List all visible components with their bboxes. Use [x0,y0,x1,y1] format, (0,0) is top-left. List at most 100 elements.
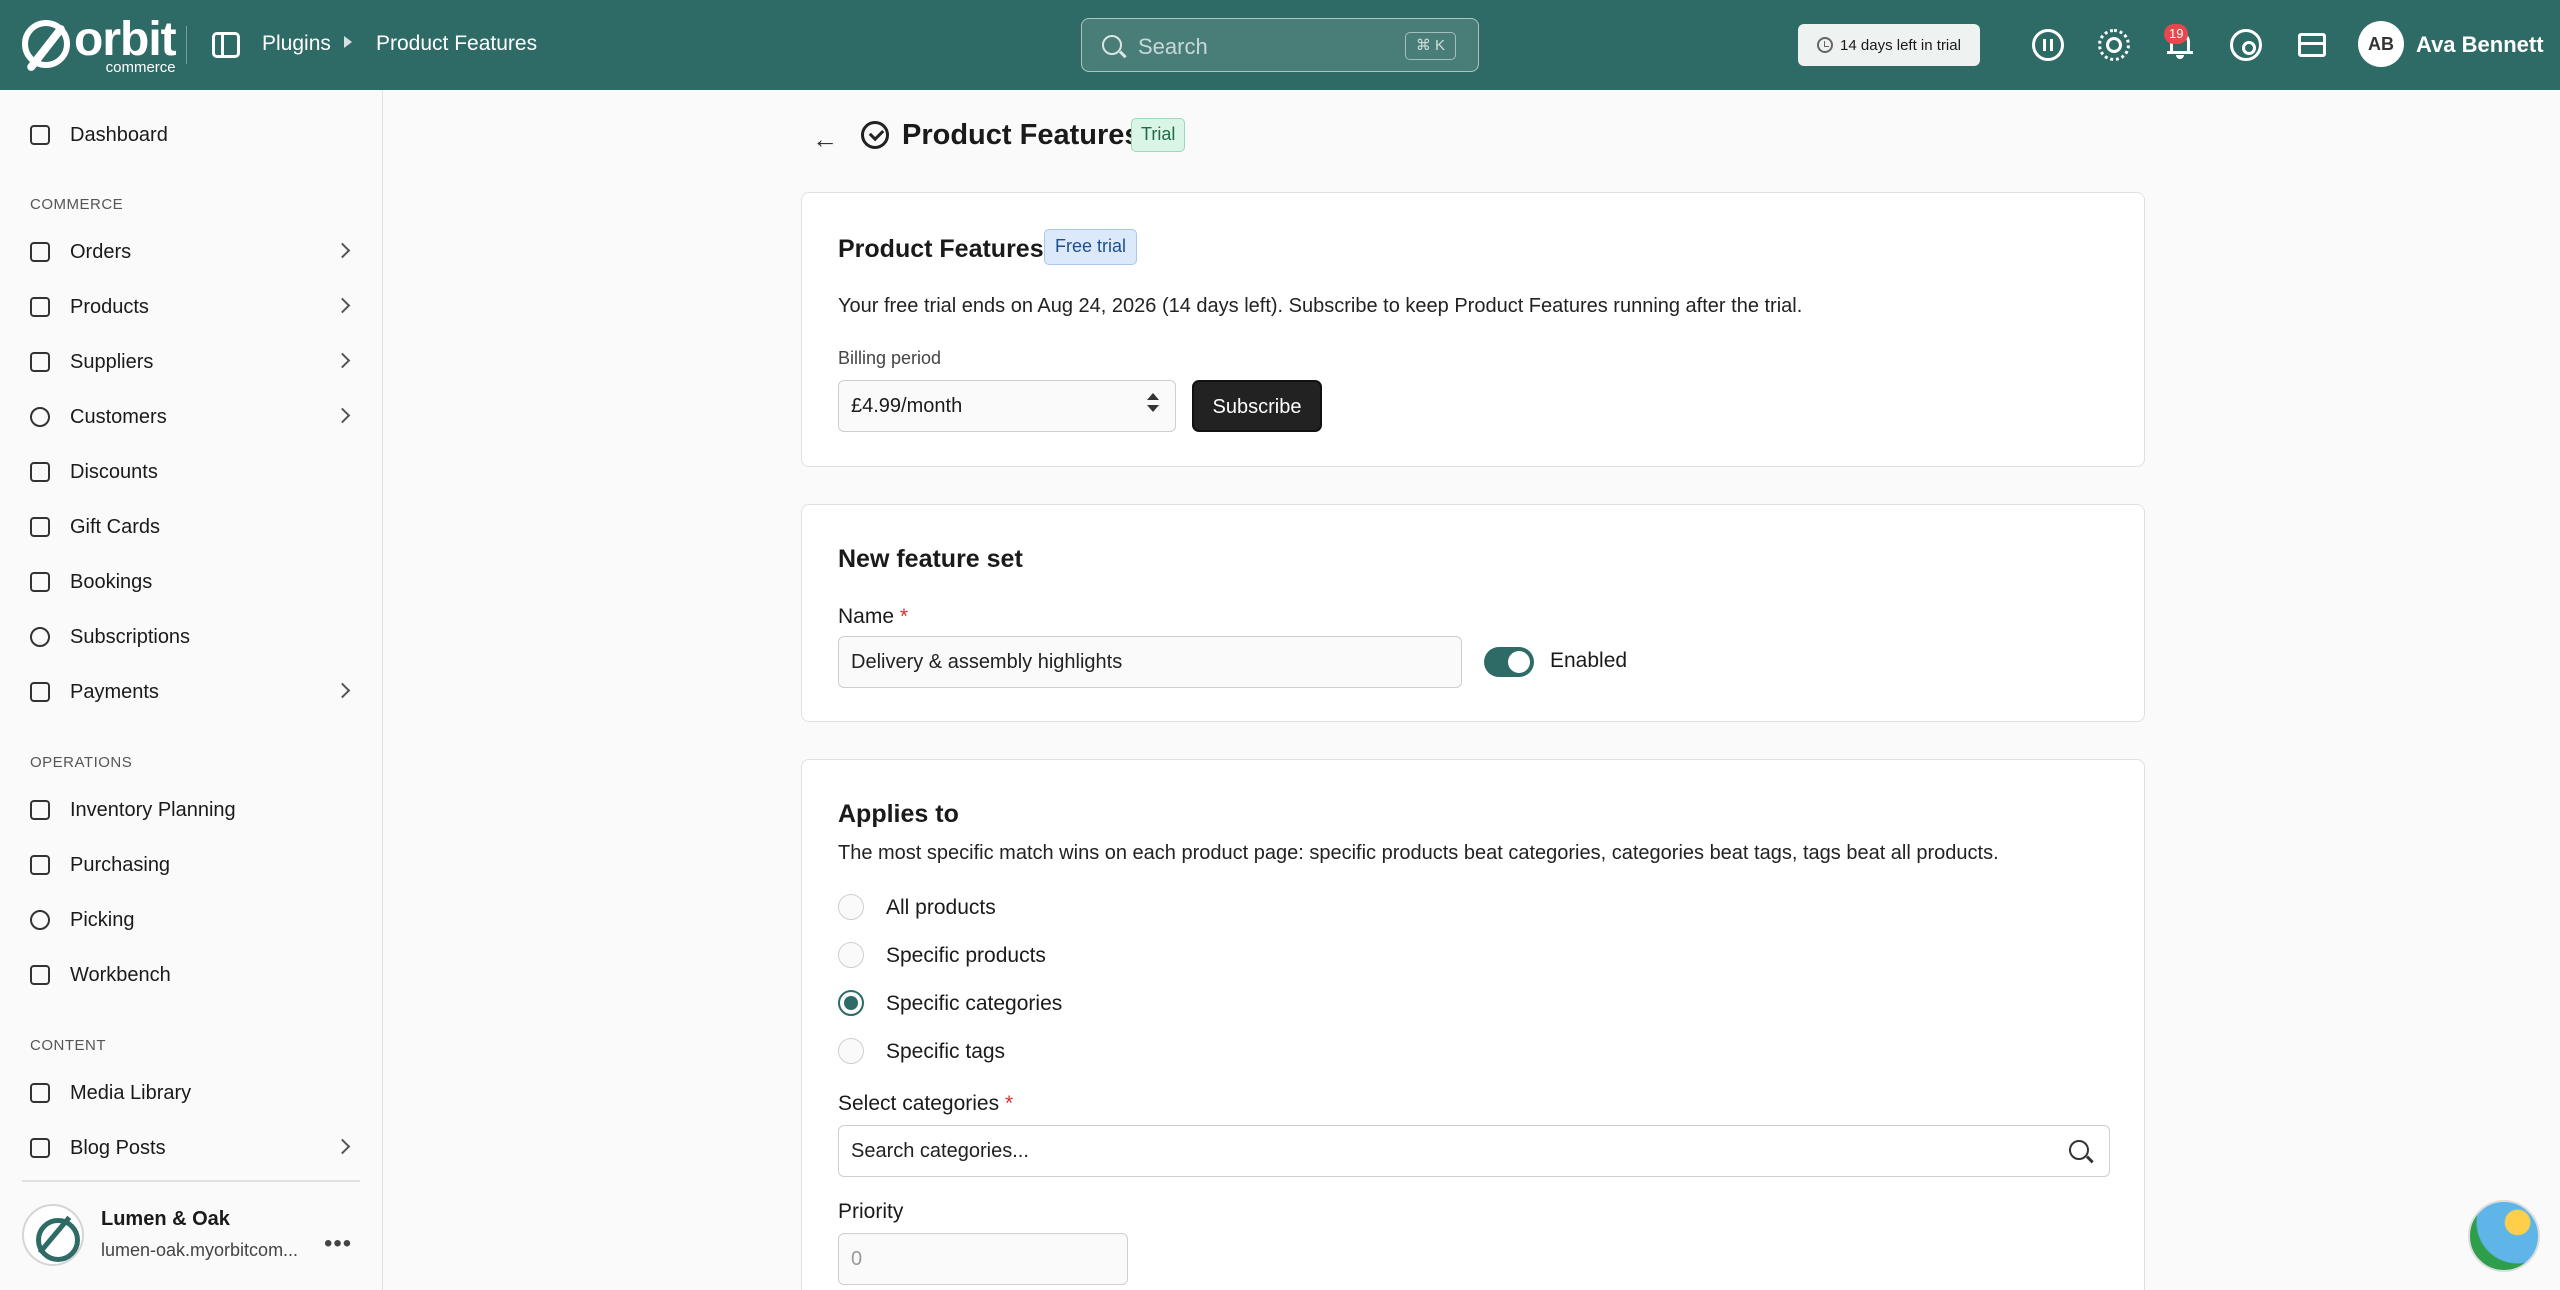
theme-toggle-sun-icon[interactable] [2098,29,2130,61]
breadcrumb-plugins[interactable]: Plugins [262,32,331,56]
enabled-toggle[interactable] [1484,647,1534,677]
sidebar-item-discounts[interactable]: Discounts [30,454,360,490]
radio-label-specific-products[interactable]: Specific products [886,944,1046,968]
sidebar-item-label: Products [70,295,149,318]
radio-label-specific-categories[interactable]: Specific categories [886,992,1062,1016]
search-shortcut: ⌘ K [1404,32,1456,60]
check-circle-icon [861,121,889,149]
store-name[interactable]: Lumen & Oak [101,1208,230,1231]
priority-label: Priority [838,1200,904,1223]
sidebar-item-payments[interactable]: Payments [30,674,360,710]
sidebar-item-suppliers[interactable]: Suppliers [30,344,360,380]
user-name[interactable]: Ava Bennett [2416,32,2544,58]
dashboard-icon [30,125,50,145]
chevron-right-icon [334,407,351,424]
sidebar-item-customers[interactable]: Customers [30,399,360,435]
applies-to-title: Applies to [838,800,959,828]
radio-specific-tags[interactable] [838,1038,864,1064]
sidebar-item-dashboard[interactable]: Dashboard [30,117,360,153]
more-options-icon[interactable]: ••• [324,1230,352,1258]
sidebar-item-label: Customers [70,405,167,428]
radio-label-all-products[interactable]: All products [886,896,996,920]
sidebar-item-label: Inventory Planning [70,798,236,821]
sidebar-item-products[interactable]: Products [30,289,360,325]
radio-all-products[interactable] [838,894,864,920]
priority-input[interactable]: 0 [838,1233,1128,1285]
orbit-logo-icon [22,20,70,68]
name-label-text: Name [838,605,895,628]
status-badge: Trial [1131,118,1186,152]
radio-label-specific-tags[interactable]: Specific tags [886,1040,1005,1064]
sidebar-item-bookings[interactable]: Bookings [30,564,360,600]
subscription-card: Product Features Free trial Your free tr… [801,192,2145,467]
trial-days-chip[interactable]: 14 days left in trial [1798,24,1980,66]
billing-period-label: Billing period [838,348,942,368]
select-arrows-icon [1147,393,1159,412]
discount-tag-icon [30,462,50,482]
credit-card-icon [30,682,50,702]
store-logo[interactable] [22,1204,84,1266]
orbit-logo[interactable]: orbit commerce [22,16,177,75]
top-bar: orbit commerce Plugins Product Features … [0,0,2560,90]
document-icon [30,1138,50,1158]
assistant-avatar-button[interactable] [2468,1200,2540,1272]
storefront-icon[interactable] [2296,29,2328,61]
sidebar-item-orders[interactable]: Orders [30,234,360,270]
feature-set-name-input[interactable]: Delivery & assembly highlights [838,636,1462,688]
sidebar-toggle-icon[interactable] [212,32,240,58]
sidebar-item-picking[interactable]: Picking [30,902,360,938]
categories-search-input[interactable]: Search categories... [838,1125,2110,1177]
sidebar-item-inventory-planning[interactable]: Inventory Planning [30,792,360,828]
back-arrow-icon[interactable]: ← [812,124,838,155]
breadcrumb-current: Product Features [376,32,538,55]
breadcrumb-separator-icon [344,36,352,48]
sidebar-item-subscriptions[interactable]: Subscriptions [30,619,360,655]
required-mark: * [899,605,909,628]
subscribe-button[interactable]: Subscribe [1192,380,1322,432]
radio-specific-categories[interactable] [838,990,864,1016]
radio-specific-products[interactable] [838,942,864,968]
chevron-right-icon [334,242,351,259]
chevron-right-icon [334,352,351,369]
sidebar-item-gift-cards[interactable]: Gift Cards [30,509,360,545]
billing-period-select[interactable]: £4.99/month [838,380,1176,432]
sidebar-item-label: Discounts [70,460,158,483]
section-operations: OPERATIONS [30,754,133,771]
sidebar-item-label: Dashboard [70,123,168,146]
trial-chip-label: 14 days left in trial [1840,36,1961,54]
sidebar-item-blog-posts[interactable]: Blog Posts [30,1130,360,1166]
applies-to-description: The most specific match wins on each pro… [838,842,1999,864]
sidebar-item-label: Suppliers [70,350,154,373]
sidebar-item-label: Orders [70,240,132,263]
help-lifebuoy-icon[interactable] [2230,29,2262,61]
required-mark: * [1004,1092,1014,1115]
sidebar-item-purchasing[interactable]: Purchasing [30,847,360,883]
trial-message: Your free trial ends on Aug 24, 2026 (14… [838,295,1803,317]
sidebar-item-media-library[interactable]: Media Library [30,1075,360,1111]
purchasing-box-icon [30,855,50,875]
sidebar-item-label: Gift Cards [70,515,161,538]
sidebar: Dashboard COMMERCE Orders Products Suppl… [0,90,383,1290]
sidebar-item-label: Payments [70,680,159,703]
gift-icon [30,517,50,537]
feature-set-title: New feature set [838,545,1023,573]
global-search[interactable]: Search ⌘ K [1081,18,1479,72]
subscription-card-title: Product Features [838,235,1044,263]
user-avatar[interactable]: AB [2358,21,2404,67]
sidebar-item-label: Subscriptions [70,625,191,648]
image-icon [30,1083,50,1103]
sidebar-item-label: Workbench [70,963,171,986]
sidebar-item-label: Media Library [70,1081,192,1104]
billing-period-value: £4.99/month [851,395,963,417]
search-placeholder: Search [1138,34,1208,59]
sidebar-item-label: Picking [70,908,135,931]
select-categories-label: Select categories * [838,1092,1013,1116]
search-icon [2069,1140,2089,1160]
pause-icon[interactable] [2032,29,2064,61]
suppliers-building-icon [30,352,50,372]
sidebar-item-workbench[interactable]: Workbench [30,957,360,993]
clock-icon [1817,37,1834,53]
calendar-icon [30,572,50,592]
applies-to-card: Applies to The most specific match wins … [801,759,2145,1290]
customers-users-icon [30,407,50,427]
